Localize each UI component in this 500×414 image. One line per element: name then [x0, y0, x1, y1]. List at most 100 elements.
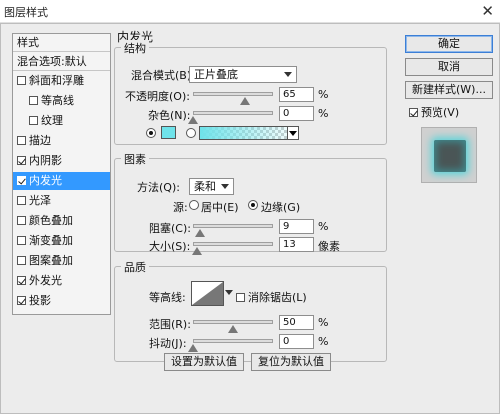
contour-label: 等高线: — [149, 291, 186, 304]
noise-input[interactable]: 0 — [279, 106, 314, 121]
gradient-picker[interactable] — [199, 126, 299, 140]
style-item[interactable]: 内发光 — [13, 172, 110, 190]
source-center-radio[interactable] — [189, 200, 199, 210]
structure-title: 结构 — [121, 40, 149, 56]
size-slider[interactable] — [193, 242, 273, 246]
noise-label: 杂色(N): — [148, 109, 191, 122]
noise-slider[interactable] — [193, 111, 273, 115]
blend-options-item[interactable]: 混合选项:默认 — [13, 53, 110, 71]
style-item-checkbox[interactable] — [17, 256, 26, 265]
style-item[interactable]: 颜色叠加 — [13, 212, 110, 230]
antialias-option[interactable]: 消除锯齿(L) — [236, 289, 307, 305]
style-item-checkbox[interactable] — [17, 236, 26, 245]
source-edge-label[interactable]: 边缘(G) — [261, 199, 300, 215]
style-item[interactable]: 光泽 — [13, 192, 110, 210]
choke-slider[interactable] — [193, 224, 273, 228]
source-center-label[interactable]: 居中(E) — [201, 199, 239, 215]
style-item-label: 描边 — [29, 134, 51, 147]
style-item-checkbox[interactable] — [17, 216, 26, 225]
style-item-label: 内阴影 — [29, 154, 62, 167]
size-slider-thumb[interactable] — [192, 247, 203, 255]
cancel-button[interactable]: 取消 — [405, 58, 493, 76]
window-title: 图层样式 — [4, 6, 48, 19]
choke-input[interactable]: 9 — [279, 219, 314, 234]
make-default-button[interactable]: 设置为默认值 — [164, 353, 244, 371]
technique-label: 方法(Q): — [137, 181, 180, 194]
contour-picker[interactable] — [191, 281, 224, 306]
jitter-label: 抖动(J): — [149, 337, 187, 350]
style-item-label: 纹理 — [41, 114, 63, 127]
style-item-checkbox[interactable] — [17, 136, 26, 145]
title-bar: 图层样式 ✕ — [0, 0, 500, 23]
jitter-slider[interactable] — [193, 339, 273, 343]
close-icon[interactable]: ✕ — [481, 2, 494, 20]
choke-percent: % — [318, 220, 329, 233]
preview-option[interactable]: 预览(V) — [409, 104, 459, 120]
opacity-label: 不透明度(O): — [125, 90, 190, 103]
preview-swatch — [434, 140, 466, 172]
style-item-label: 光泽 — [29, 194, 51, 207]
technique-select[interactable]: 柔和 — [189, 178, 234, 195]
preview-thumbnail — [421, 127, 477, 183]
style-list: 样式 混合选项:默认 斜面和浮雕 等高线 纹理 描边 内阴影 内发光 光泽 颜色叠加 渐变叠加图… — [12, 33, 111, 315]
style-item-label: 颜色叠加 — [29, 214, 73, 227]
style-item-checkbox[interactable] — [29, 116, 38, 125]
style-item[interactable]: 内阴影 — [13, 152, 110, 170]
style-item-checkbox[interactable] — [17, 296, 26, 305]
opacity-percent: % — [318, 88, 329, 101]
style-item[interactable]: 描边 — [13, 132, 110, 150]
style-item-checkbox[interactable] — [17, 176, 26, 185]
chevron-down-icon — [221, 184, 229, 189]
opacity-slider-thumb[interactable] — [240, 97, 250, 105]
choke-slider-thumb[interactable] — [195, 229, 206, 237]
style-item-label: 图案叠加 — [29, 254, 73, 267]
style-item-checkbox[interactable] — [17, 76, 26, 85]
glow-color-swatch[interactable] — [161, 126, 176, 139]
source-label: 源: — [173, 201, 188, 214]
style-item-label: 外发光 — [29, 274, 62, 287]
solid-color-radio[interactable] — [146, 128, 156, 138]
jitter-input[interactable]: 0 — [279, 334, 314, 349]
jitter-slider-thumb[interactable] — [188, 344, 198, 352]
range-label: 范围(R): — [149, 318, 191, 331]
elements-title: 图素 — [121, 151, 149, 167]
elements-group: 图素 方法(Q): 柔和 源: 居中(E) 边缘(G) 阻塞(C): 9 % 大… — [114, 151, 387, 255]
blend-mode-select[interactable]: 正片叠底 — [189, 66, 297, 83]
opacity-input[interactable]: 65 — [279, 87, 314, 102]
source-edge-radio[interactable] — [248, 200, 258, 210]
style-item-checkbox[interactable] — [29, 96, 38, 105]
range-input[interactable]: 50 — [279, 315, 314, 330]
chevron-down-icon[interactable] — [225, 290, 233, 295]
style-item[interactable]: 纹理 — [13, 112, 110, 130]
style-item-checkbox[interactable] — [17, 276, 26, 285]
antialias-checkbox[interactable] — [236, 293, 245, 302]
ok-button[interactable]: 确定 — [405, 35, 493, 53]
noise-percent: % — [318, 107, 329, 120]
style-item[interactable]: 等高线 — [13, 92, 110, 110]
style-item-checkbox[interactable] — [17, 156, 26, 165]
preview-checkbox[interactable] — [409, 108, 418, 117]
style-item[interactable]: 图案叠加 — [13, 252, 110, 270]
reset-default-button[interactable]: 复位为默认值 — [251, 353, 331, 371]
range-slider-thumb[interactable] — [228, 325, 238, 333]
chevron-down-icon — [284, 72, 292, 77]
chevron-down-icon — [289, 131, 297, 136]
jitter-percent: % — [318, 335, 329, 348]
choke-label: 阻塞(C): — [149, 222, 191, 235]
style-item-label: 内发光 — [29, 174, 62, 187]
quality-group: 品质 等高线: 消除锯齿(L) 范围(R): 50 % 抖动(J): 0 % — [114, 259, 387, 362]
range-slider[interactable] — [193, 320, 273, 324]
style-item[interactable]: 投影 — [13, 292, 110, 310]
new-style-button[interactable]: 新建样式(W)... — [405, 81, 493, 99]
gradient-radio[interactable] — [186, 128, 196, 138]
style-item[interactable]: 渐变叠加 — [13, 232, 110, 250]
layer-style-dialog: 样式 混合选项:默认 斜面和浮雕 等高线 纹理 描边 内阴影 内发光 光泽 颜色叠加 渐变叠加图… — [0, 23, 500, 414]
style-item-label: 等高线 — [41, 94, 74, 107]
opacity-slider[interactable] — [193, 92, 273, 96]
style-item-checkbox[interactable] — [17, 196, 26, 205]
gradient-dropdown-button[interactable] — [287, 127, 298, 139]
size-input[interactable]: 13 — [279, 237, 314, 252]
style-item[interactable]: 外发光 — [13, 272, 110, 290]
style-item[interactable]: 斜面和浮雕 — [13, 72, 110, 90]
noise-slider-thumb[interactable] — [188, 116, 198, 124]
